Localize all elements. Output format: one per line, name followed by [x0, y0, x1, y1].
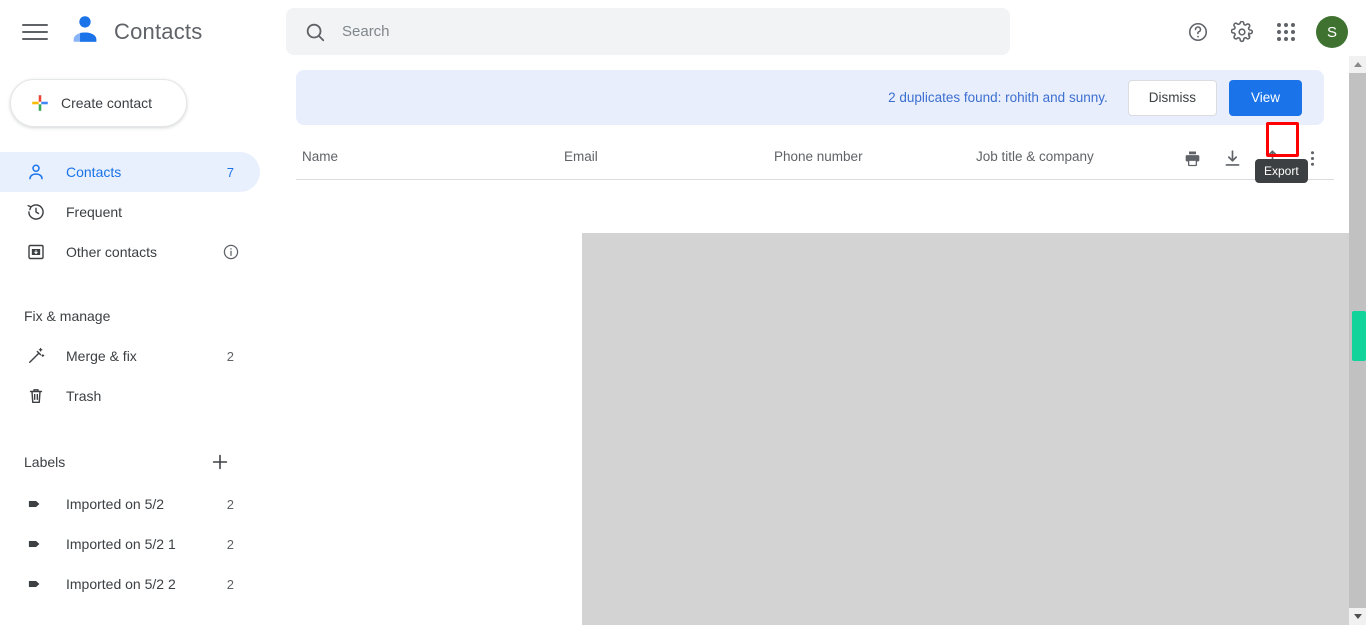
sidebar-label-count: 2 — [226, 496, 234, 512]
top-app-bar: Contacts Search S — [0, 0, 1366, 64]
labels-header: Labels — [0, 440, 260, 484]
scroll-down-arrow-icon[interactable] — [1349, 608, 1366, 625]
sidebar-item-trash[interactable]: Trash — [0, 376, 260, 416]
sidebar-nav-list: Contacts 7 Frequent Other contacts Fix &… — [0, 152, 286, 604]
apps-grid-icon[interactable] — [1264, 10, 1308, 54]
sidebar-label-text: Imported on 5/2 1 — [66, 536, 176, 552]
page-scrollbar[interactable] — [1349, 56, 1366, 625]
table-header-actions — [1172, 138, 1332, 178]
page-title: Contacts — [114, 18, 203, 44]
column-header-phone[interactable]: Phone number — [774, 149, 863, 164]
view-button[interactable]: View — [1228, 79, 1302, 116]
create-contact-label: Create contact — [61, 95, 153, 111]
import-download-icon[interactable] — [1212, 138, 1252, 178]
export-tooltip: Export — [1255, 159, 1308, 183]
sidebar-label-count: 2 — [226, 536, 234, 552]
label-tag-icon — [24, 572, 48, 596]
contacts-app-window: Contacts Search S Create contact Contact… — [0, 0, 1366, 625]
print-icon[interactable] — [1172, 138, 1212, 178]
archive-box-icon — [24, 240, 48, 264]
plus-icon[interactable] — [204, 446, 236, 478]
label-tag-icon — [24, 532, 48, 556]
sidebar: Create contact Contacts 7 Frequent Other… — [0, 64, 286, 625]
sidebar-item-frequent[interactable]: Frequent — [0, 192, 260, 232]
column-header-name[interactable]: Name — [302, 149, 338, 164]
sidebar-item-label: Contacts — [66, 164, 122, 180]
sidebar-item-label: Merge & fix — [66, 348, 137, 364]
sidebar-label-item[interactable]: Imported on 5/2 2 2 — [0, 564, 260, 604]
brand-area[interactable]: Contacts — [68, 12, 202, 51]
dismiss-button[interactable]: Dismiss — [1127, 79, 1217, 116]
search-icon — [304, 21, 326, 43]
sidebar-label-item[interactable]: Imported on 5/2 1 2 — [0, 524, 260, 564]
avatar[interactable]: S — [1316, 16, 1348, 48]
info-circle-icon[interactable] — [222, 243, 240, 261]
sidebar-item-label: Trash — [66, 388, 102, 404]
contacts-logo-icon — [68, 12, 102, 51]
sidebar-item-other-contacts[interactable]: Other contacts — [0, 232, 260, 272]
column-header-job-title-company[interactable]: Job title & company — [976, 149, 1094, 164]
sidebar-item-count: 7 — [226, 164, 234, 180]
contacts-list-placeholder — [582, 233, 1364, 625]
plus-multicolor-icon — [29, 92, 51, 114]
sidebar-label-text: Imported on 5/2 2 — [66, 576, 176, 592]
sidebar-item-label: Frequent — [66, 204, 123, 220]
trash-icon — [24, 384, 48, 408]
sidebar-item-count: 2 — [226, 348, 234, 364]
sidebar-label-item[interactable]: Imported on 5/2 2 — [0, 484, 260, 524]
apps-grid-dots — [1277, 23, 1295, 41]
search-input[interactable] — [342, 23, 942, 40]
gear-icon[interactable] — [1220, 10, 1264, 54]
duplicates-banner: 2 duplicates found: rohith and sunny. Di… — [296, 70, 1324, 125]
top-bar-actions: S — [1176, 10, 1354, 54]
sidebar-label-text: Imported on 5/2 — [66, 496, 165, 512]
scrollbar-track[interactable] — [1349, 73, 1366, 608]
sidebar-section-fix-manage: Fix & manage — [24, 308, 111, 324]
scroll-up-arrow-icon[interactable] — [1349, 56, 1366, 73]
magic-wand-icon — [24, 344, 48, 368]
sidebar-section-labels: Labels — [24, 454, 66, 470]
duplicates-banner-text: 2 duplicates found: rohith and sunny. — [888, 90, 1108, 105]
sidebar-label-count: 2 — [226, 576, 234, 592]
sidebar-item-label: Other contacts — [66, 244, 158, 260]
column-header-email[interactable]: Email — [564, 149, 598, 164]
label-tag-icon — [24, 492, 48, 516]
sidebar-item-merge-and-fix[interactable]: Merge & fix 2 — [0, 336, 260, 376]
scrollbar-thumb[interactable] — [1352, 311, 1366, 361]
contacts-table-header: Name Email Phone number Job title & comp… — [296, 134, 1334, 180]
sidebar-item-contacts[interactable]: Contacts 7 — [0, 152, 260, 192]
help-circle-icon[interactable] — [1176, 10, 1220, 54]
main-content: 2 duplicates found: rohith and sunny. Di… — [286, 56, 1364, 625]
search-bar[interactable] — [286, 8, 1010, 55]
create-contact-button[interactable]: Create contact — [10, 79, 187, 127]
history-clock-icon — [24, 200, 48, 224]
person-icon — [24, 160, 48, 184]
hamburger-menu-icon[interactable] — [22, 18, 50, 46]
